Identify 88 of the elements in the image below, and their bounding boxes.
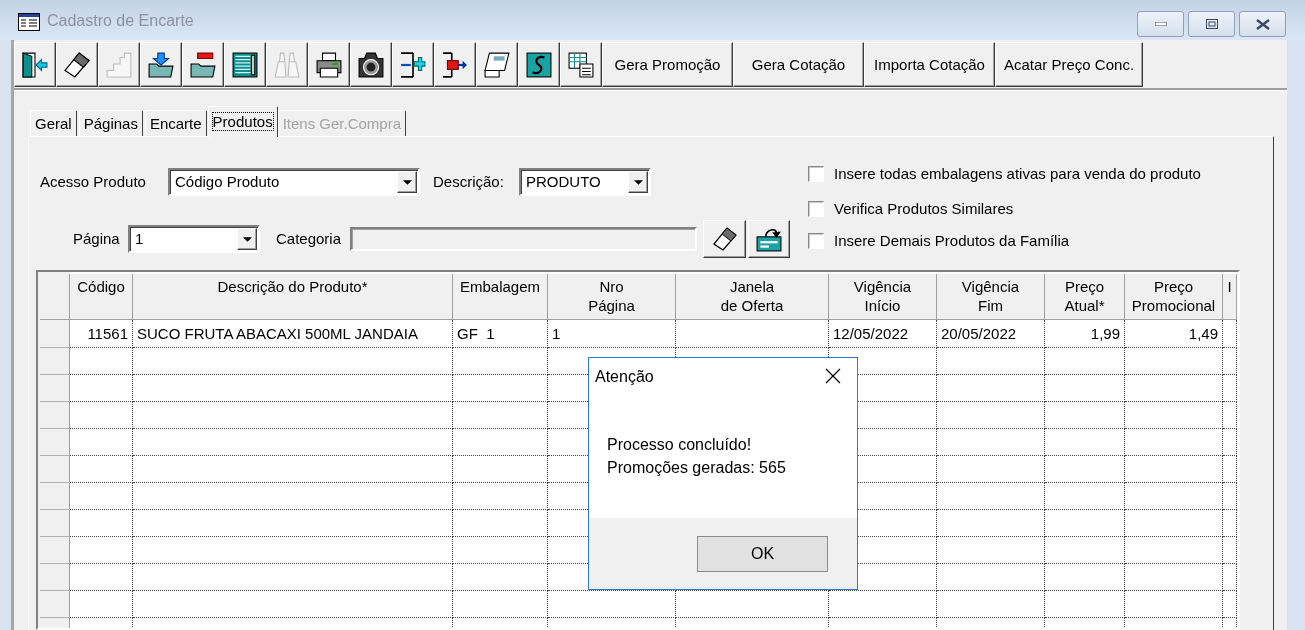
- table-cell: 1: [548, 320, 676, 348]
- folder-minus-icon: [190, 51, 216, 78]
- maximize-button[interactable]: [1188, 11, 1235, 37]
- dropdown[interactable]: PRODUTO: [519, 168, 651, 196]
- text-field[interactable]: [350, 227, 697, 251]
- tab[interactable]: Produtos: [207, 106, 278, 137]
- stairs-icon: [106, 51, 132, 78]
- column-header: Nro Página: [548, 274, 676, 320]
- caret-icon: [633, 179, 643, 185]
- toolbar-button[interactable]: [560, 42, 602, 87]
- table-cell: 11561: [70, 320, 133, 348]
- toolbar-button[interactable]: Importa Cotação: [864, 42, 995, 87]
- table-cell: SUCO FRUTA ABACAXI 500ML JANDAIA: [133, 320, 453, 348]
- toolbar-button[interactable]: [140, 42, 182, 87]
- checkbox-label: Insere todas embalagens ativas para venda do produto: [834, 165, 1201, 183]
- toolbar-button[interactable]: [56, 42, 98, 87]
- dialog-message: Processo concluído!: [607, 435, 753, 455]
- field-label: Categoria: [276, 230, 342, 247]
- binoculars-icon: [274, 51, 300, 78]
- toolbar-button[interactable]: [434, 42, 476, 87]
- table-cell: 1,99: [1045, 320, 1125, 348]
- eraser-icon: [712, 227, 737, 251]
- tab[interactable]: Geral: [30, 110, 77, 136]
- toolbar-button[interactable]: [476, 42, 518, 87]
- folder-arrow-icon: [148, 51, 174, 78]
- plus-arrow-icon: [400, 51, 426, 78]
- toolbar-button[interactable]: Acatar Preço Conc.: [995, 42, 1144, 87]
- dialog-title: Atenção: [595, 367, 654, 387]
- toolbar-button[interactable]: [224, 42, 266, 87]
- field-label: Descrição:: [433, 173, 504, 190]
- column-header: Vigência Início: [829, 274, 937, 320]
- checkbox[interactable]: [808, 201, 824, 217]
- field-label: Página: [73, 230, 120, 247]
- dropdown[interactable]: Código Produto: [168, 168, 420, 196]
- column-header: Vigência Fim: [937, 274, 1045, 320]
- dropdown-button[interactable]: [628, 171, 648, 193]
- column-header: Preço Promocional: [1125, 274, 1223, 320]
- card-undo-icon: [756, 226, 782, 252]
- toolbar-button[interactable]: Gera Promoção: [602, 42, 733, 87]
- door-arrow-icon: [22, 51, 48, 78]
- checkbox-label: Verifica Produtos Similares: [834, 200, 1014, 218]
- printer-icon: [316, 51, 342, 78]
- maximize-icon: [1205, 19, 1218, 29]
- table-cell: GF 1: [453, 320, 548, 348]
- table-cell: 20/05/2022: [937, 320, 1045, 348]
- toolbar-button[interactable]: [350, 42, 392, 87]
- form-card-icon: [484, 51, 510, 78]
- close-icon: [825, 368, 841, 384]
- column-header: Janela de Oferta: [676, 274, 829, 320]
- toolbar-button[interactable]: [182, 42, 224, 87]
- toolbar-button[interactable]: [14, 42, 56, 87]
- toolbar-button[interactable]: [518, 42, 560, 87]
- toolbar-button[interactable]: [308, 42, 350, 87]
- toolbar-button[interactable]: Gera Cotação: [733, 42, 864, 87]
- tab[interactable]: Páginas: [78, 110, 143, 136]
- dropdown-button[interactable]: [237, 228, 257, 250]
- table-cell: 1,49: [1125, 320, 1223, 348]
- column-header: Código: [70, 274, 133, 320]
- window-title: Cadastro de Encarte: [47, 11, 194, 31]
- tab[interactable]: Encarte: [144, 110, 207, 136]
- minimize-icon: [1154, 22, 1167, 26]
- form-window-icon: [18, 13, 40, 31]
- checkbox[interactable]: [808, 233, 824, 249]
- eraser-icon: [64, 51, 90, 78]
- close-button[interactable]: [1239, 11, 1286, 37]
- checkbox-label: Insere Demais Produtos da Família: [834, 232, 1070, 250]
- dropdown[interactable]: 1: [128, 225, 260, 253]
- card-button[interactable]: [748, 220, 790, 258]
- column-header: I: [1223, 274, 1237, 320]
- ok-button[interactable]: OK: [697, 536, 828, 572]
- column-header: Descrição do Produto*: [133, 274, 453, 320]
- table-cell: 12/05/2022: [829, 320, 937, 348]
- column-header: Preço Atual*: [1045, 274, 1125, 320]
- dropdown-button[interactable]: [397, 171, 417, 193]
- spreadsheet-icon: [232, 51, 258, 78]
- camera-icon: [358, 51, 384, 78]
- column-header: Embalagem: [453, 274, 548, 320]
- caret-icon: [242, 236, 252, 242]
- export-arrow-icon: [442, 51, 468, 78]
- toolbar-button[interactable]: [392, 42, 434, 87]
- table-arrow-icon: [568, 51, 594, 78]
- curve-tile-icon: [526, 51, 552, 78]
- caret-icon: [402, 179, 412, 185]
- eraser-button[interactable]: [703, 220, 746, 258]
- field-label: Acesso Produto: [40, 173, 146, 190]
- dialog-message: Promoções geradas: 565: [607, 458, 787, 478]
- checkbox[interactable]: [808, 166, 824, 182]
- close-icon: [1255, 18, 1270, 30]
